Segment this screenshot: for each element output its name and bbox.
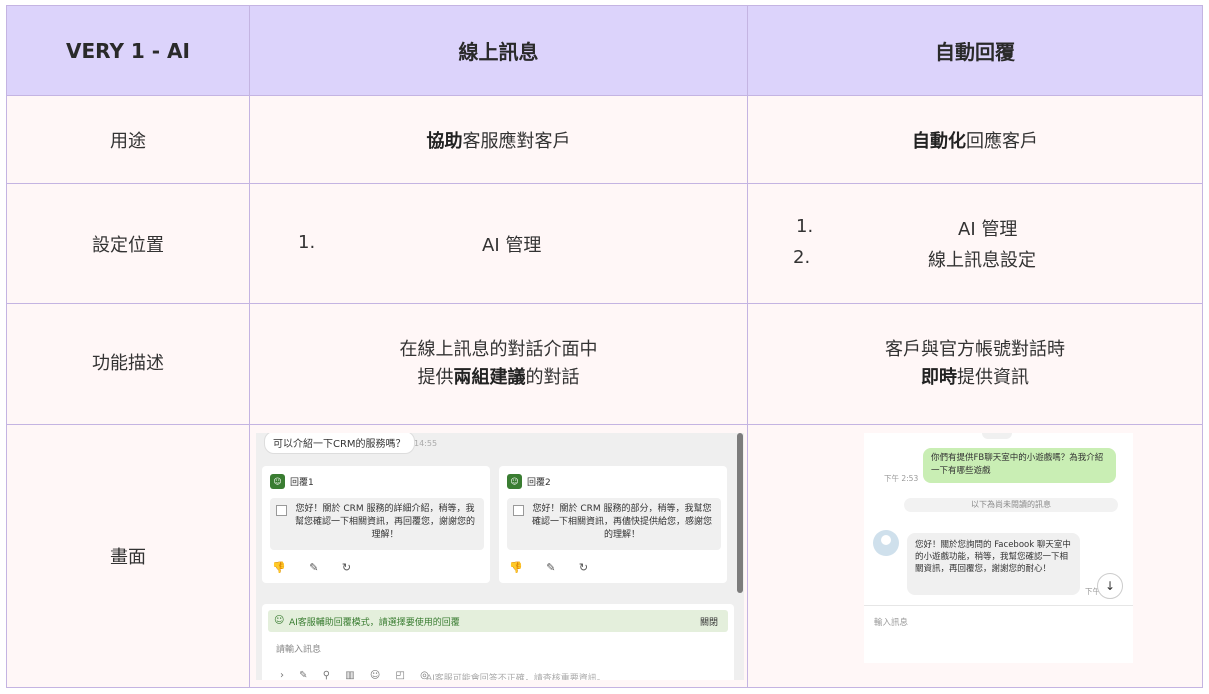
label-screen: 畫面 [6, 423, 250, 689]
toolbar-icons[interactable]: › ✎ ⚲ ▥ ☺ ◰ ◎ [280, 670, 435, 680]
customer-question-bubble: 可以介紹一下CRM的服務嗎？ [264, 433, 415, 454]
message-input[interactable]: 請輸入訊息 [276, 642, 321, 655]
usage-online-bold: 協助 [426, 130, 463, 152]
label-desc: 功能描述 [6, 303, 250, 425]
robot-icon: ☺ [507, 474, 522, 489]
usage-auto-rest: 回應客戶 [966, 130, 1038, 152]
usage-online-rest: 客服應對客戶 [462, 130, 571, 152]
online-message-screenshot: 可以介紹一下CRM的服務嗎？ 14:55 ☺ 回覆1 您好！關於 CRM 服務的詳… [256, 433, 744, 680]
reply-card-1[interactable]: ☺ 回覆1 您好！關於 CRM 服務的詳細介紹，稍等，我幫您確認一下相關資訊，再回… [262, 466, 490, 583]
setting-auto-item2: 線上訊息設定 [928, 250, 1036, 272]
auto-reply-screenshot: · 你們有提供FB聊天室中的小遊戲嗎？為我介紹一下有哪些遊戲 下午 2:53 以… [864, 433, 1133, 663]
setting-auto: 1. AI 管理 2. 線上訊息設定 [747, 183, 1203, 305]
ai-mode-bar: ☺ AI客服輔助回覆模式，請選擇要使用的回覆 關閉 [268, 610, 728, 632]
scrollbar[interactable] [737, 433, 743, 593]
unread-divider: 以下為尚未閱讀的訊息 [904, 498, 1118, 512]
reply-message-1: 您好！關於 CRM 服務的詳細介紹，稍等，我幫您確認一下相關資訊，再回覆您，謝謝… [270, 498, 484, 550]
message-time-1: 下午 2:53 [884, 474, 919, 483]
desc-online-bold: 兩組建議 [453, 367, 526, 388]
reply-actions-2[interactable]: 👎 ✎ ↻ [509, 561, 598, 574]
input-panel: ☺ AI客服輔助回覆模式，請選擇要使用的回覆 關閉 請輸入訊息 › ✎ ⚲ ▥ … [262, 604, 734, 680]
header-row: VERY 1 - AI 線上訊息 自動回覆 [6, 4, 1203, 97]
header-online-message: 線上訊息 [249, 4, 748, 97]
reply-tag-1: ☺ 回覆1 [270, 474, 314, 489]
date-chip: · [982, 433, 1012, 439]
reply-tag-2: ☺ 回覆2 [507, 474, 551, 489]
usage-online: 協助客服應對客戶 [249, 95, 748, 185]
robot-icon: ☺ [270, 474, 285, 489]
desc-online: 在線上訊息的對話介面中 提供兩組建議的對話 [249, 303, 748, 425]
customer-message-bubble: 你們有提供FB聊天室中的小遊戲嗎？為我介紹一下有哪些遊戲 [923, 448, 1116, 483]
ai-disclaimer: AI客服可能會回答不正確，請查核重要資訊。 [426, 674, 606, 680]
setting-auto-num1: 1. [796, 216, 814, 238]
scroll-down-icon[interactable]: ↓ [1097, 573, 1123, 599]
message-time: 14:55 [414, 439, 438, 448]
header-auto-reply: 自動回覆 [747, 4, 1203, 97]
setting-online: 1. AI 管理 [249, 183, 748, 305]
setting-auto-num2: 2. [793, 247, 811, 269]
desc-auto-rest: 提供資訊 [957, 367, 1029, 388]
setting-online-num: 1. [298, 232, 316, 254]
reply-text-1: 您好！關於 CRM 服務的詳細介紹，稍等，我幫您確認一下相關資訊，再回覆您，謝謝… [294, 504, 475, 540]
desc-auto-line1: 客戶與官方帳號對話時 [885, 339, 1065, 360]
message-input[interactable]: 輸入訊息 [874, 616, 908, 628]
reply-message-2: 您好！關於 CRM 服務的部分，稍等，我幫您確認一下相關資訊，再儘快提供給您，感… [507, 498, 721, 550]
reply-title-2: 回覆2 [527, 478, 551, 488]
reply-checkbox-1[interactable] [276, 505, 287, 516]
close-button[interactable]: 關閉 [700, 615, 718, 628]
reply-title-1: 回覆1 [290, 478, 314, 488]
desc-online-line1: 在線上訊息的對話介面中 [399, 339, 598, 360]
reply-checkbox-2[interactable] [513, 505, 524, 516]
desc-auto-bold: 即時 [921, 367, 957, 388]
usage-auto-bold: 自動化 [912, 130, 966, 152]
setting-online-item: AI 管理 [482, 235, 542, 257]
desc-online-post: 的對話 [525, 367, 580, 388]
divider [864, 605, 1133, 606]
avatar [873, 530, 899, 556]
usage-auto: 自動化回應客戶 [747, 95, 1203, 185]
desc-auto: 客戶與官方帳號對話時 即時提供資訊 [747, 303, 1203, 425]
bot-reply-bubble: 您好！關於您詢問的 Facebook 聊天室中的小遊戲功能，稍等，我幫您確認一下… [907, 533, 1080, 595]
row-setting: 設定位置 1. AI 管理 1. AI 管理 2. 線上訊息設定 [6, 183, 1203, 305]
desc-online-line2: 提供兩組建議的對話 [250, 364, 747, 392]
desc-online-pre: 提供 [417, 367, 454, 388]
desc-auto-line2: 即時提供資訊 [748, 364, 1202, 392]
reply-text-2: 您好！關於 CRM 服務的部分，稍等，我幫您確認一下相關資訊，再儘快提供給您，感… [531, 504, 712, 540]
row-usage: 用途 協助客服應對客戶 自動化回應客戶 [6, 95, 1203, 185]
header-brand: VERY 1 - AI [6, 4, 250, 97]
reply-actions-1[interactable]: 👎 ✎ ↻ [272, 561, 361, 574]
robot-icon: ☺ [274, 615, 285, 626]
label-setting: 設定位置 [6, 183, 250, 305]
ai-mode-text: AI客服輔助回覆模式，請選擇要使用的回覆 [289, 618, 460, 628]
label-usage: 用途 [6, 95, 250, 185]
setting-auto-item1: AI 管理 [958, 219, 1018, 241]
reply-card-2[interactable]: ☺ 回覆2 您好！關於 CRM 服務的部分，稍等，我幫您確認一下相關資訊，再儘快提… [499, 466, 727, 583]
row-desc: 功能描述 在線上訊息的對話介面中 提供兩組建議的對話 客戶與官方帳號對話時 即時… [6, 303, 1203, 425]
